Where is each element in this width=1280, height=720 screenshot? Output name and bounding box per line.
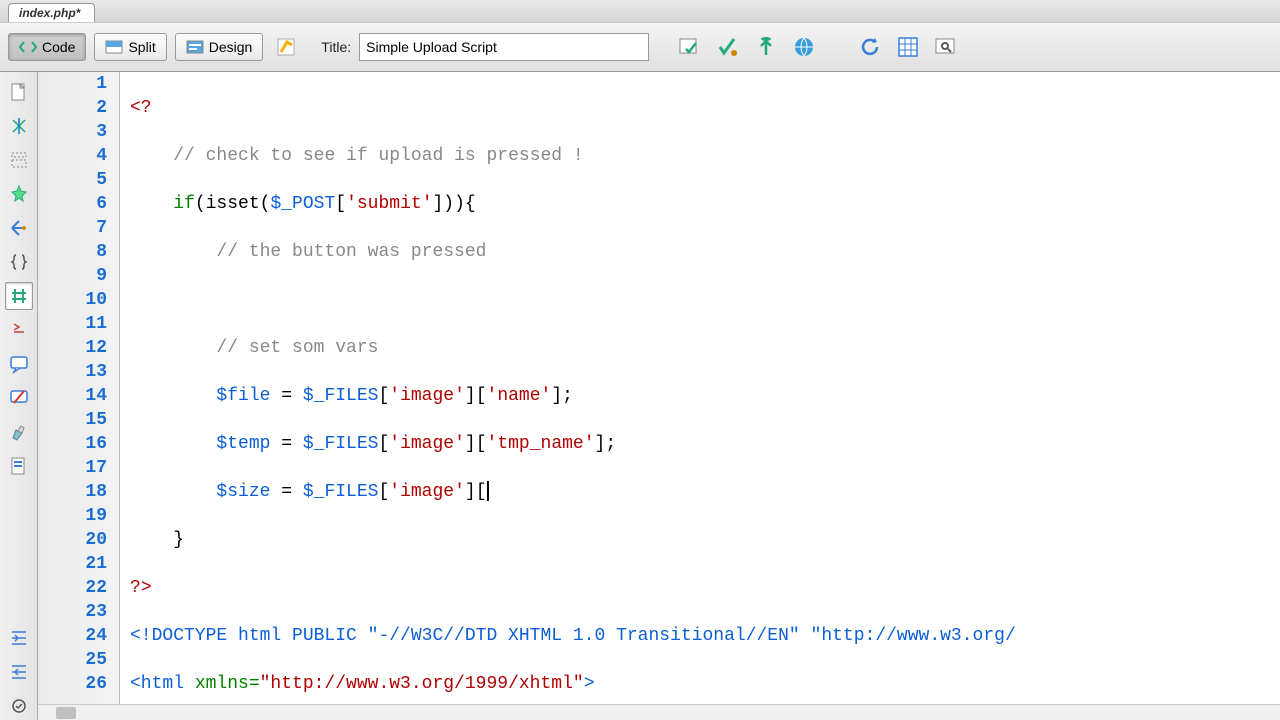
snippet-tool-icon[interactable] xyxy=(5,452,33,480)
document-tool-icon[interactable] xyxy=(5,78,33,106)
document-tab[interactable]: index.php* xyxy=(8,3,95,22)
split-view-button[interactable]: Split xyxy=(94,33,166,61)
title-input[interactable] xyxy=(359,33,649,61)
design-view-button[interactable]: Design xyxy=(175,33,264,61)
globe-icon[interactable] xyxy=(789,32,819,62)
line-gutter: 1234567891011121314151617181920212223242… xyxy=(38,72,120,720)
main-toolbar: Code Split Design Title: xyxy=(0,22,1280,72)
table-icon[interactable] xyxy=(893,32,923,62)
code-view-button[interactable]: Code xyxy=(8,33,86,61)
braces-tool-icon[interactable] xyxy=(5,248,33,276)
code-view-label: Code xyxy=(42,39,75,55)
code-area[interactable]: <? // check to see if upload is pressed … xyxy=(120,72,1280,720)
wrap-tool-icon[interactable] xyxy=(5,692,33,720)
collapse-tool-icon[interactable] xyxy=(5,146,33,174)
side-toolbar xyxy=(0,72,38,720)
design-view-label: Design xyxy=(209,39,253,55)
expand-tool-icon[interactable] xyxy=(5,316,33,344)
navigate-tool-icon[interactable] xyxy=(5,214,33,242)
text-cursor xyxy=(487,481,489,501)
comment-remove-icon[interactable] xyxy=(5,384,33,412)
split-view-label: Split xyxy=(128,39,155,55)
comment-tool-icon[interactable] xyxy=(5,350,33,378)
reload-icon[interactable] xyxy=(855,32,885,62)
validate-icon[interactable] xyxy=(713,32,743,62)
upload-icon[interactable] xyxy=(751,32,781,62)
horizontal-scrollbar[interactable] xyxy=(38,704,1280,720)
hash-tool-icon[interactable] xyxy=(5,282,33,310)
star-tool-icon[interactable] xyxy=(5,180,33,208)
design-icon xyxy=(186,40,204,54)
document-tab-bar: index.php* xyxy=(0,0,1280,22)
code-editor[interactable]: 1234567891011121314151617181920212223242… xyxy=(38,72,1280,720)
outdent-tool-icon[interactable] xyxy=(5,658,33,686)
indent-tool-icon[interactable] xyxy=(5,624,33,652)
split-icon xyxy=(105,40,123,54)
refresh-icon[interactable] xyxy=(271,32,301,62)
check-icon[interactable] xyxy=(675,32,705,62)
view-options-icon[interactable] xyxy=(931,32,961,62)
scrollbar-thumb[interactable] xyxy=(56,707,76,719)
code-icon xyxy=(19,40,37,54)
title-label: Title: xyxy=(321,39,351,55)
highlight-tool-icon[interactable] xyxy=(5,418,33,446)
css-tool-icon[interactable] xyxy=(5,112,33,140)
